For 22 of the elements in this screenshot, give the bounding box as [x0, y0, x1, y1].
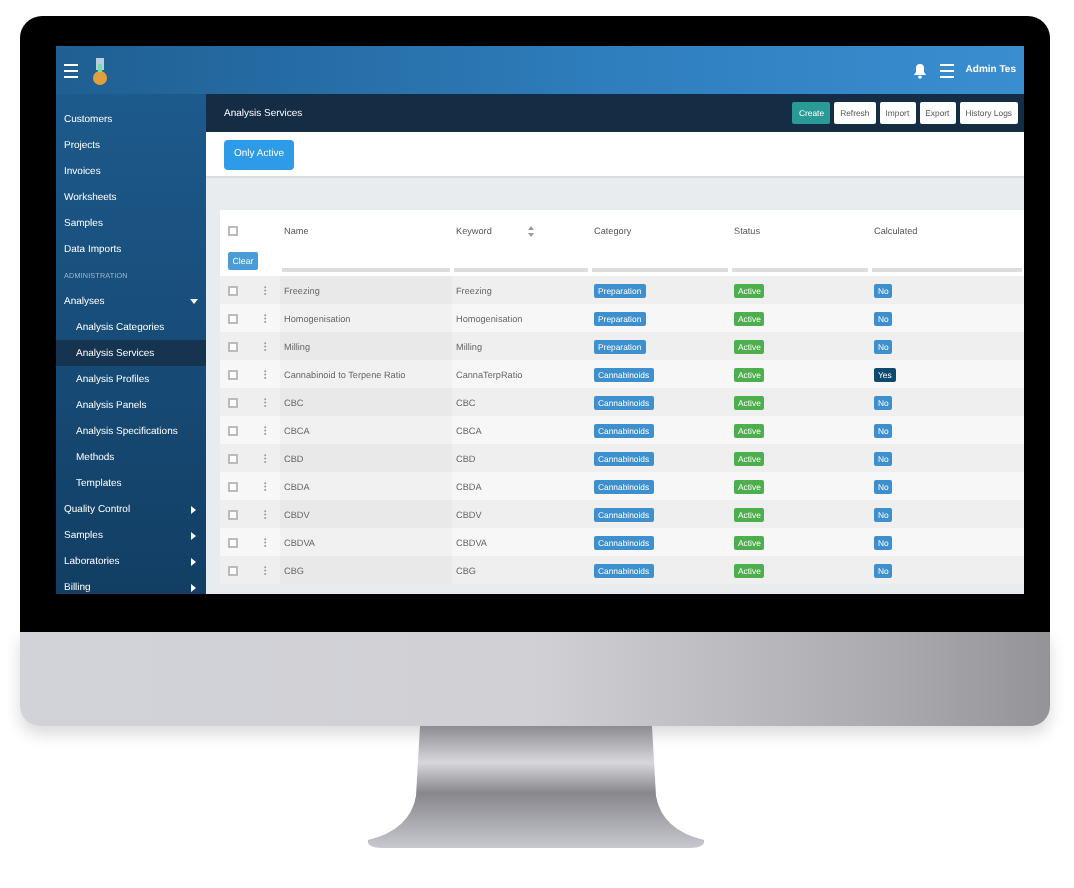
checkbox[interactable]: [228, 537, 238, 547]
checkbox[interactable]: [228, 369, 238, 379]
checkbox[interactable]: [228, 397, 238, 407]
checkbox[interactable]: [228, 313, 238, 323]
caret-right-icon: [190, 505, 198, 513]
checkbox[interactable]: [228, 509, 238, 519]
caret-right-icon: [190, 583, 198, 591]
bell-icon: [911, 61, 928, 79]
checkbox[interactable]: [228, 453, 238, 463]
caret-down-icon: [190, 297, 198, 305]
caret-right-icon: [190, 557, 198, 565]
checkbox[interactable]: [228, 341, 238, 351]
checkbox[interactable]: [228, 481, 238, 491]
sort-icon: [527, 225, 534, 237]
menu-icon: [939, 63, 954, 77]
checkbox[interactable]: [228, 226, 238, 236]
menu-icon: [64, 63, 78, 77]
caret-right-icon: [190, 531, 198, 539]
checkbox[interactable]: [228, 425, 238, 435]
checkbox[interactable]: [228, 565, 238, 575]
checkbox[interactable]: [228, 285, 238, 295]
flask-icon: [90, 55, 110, 85]
